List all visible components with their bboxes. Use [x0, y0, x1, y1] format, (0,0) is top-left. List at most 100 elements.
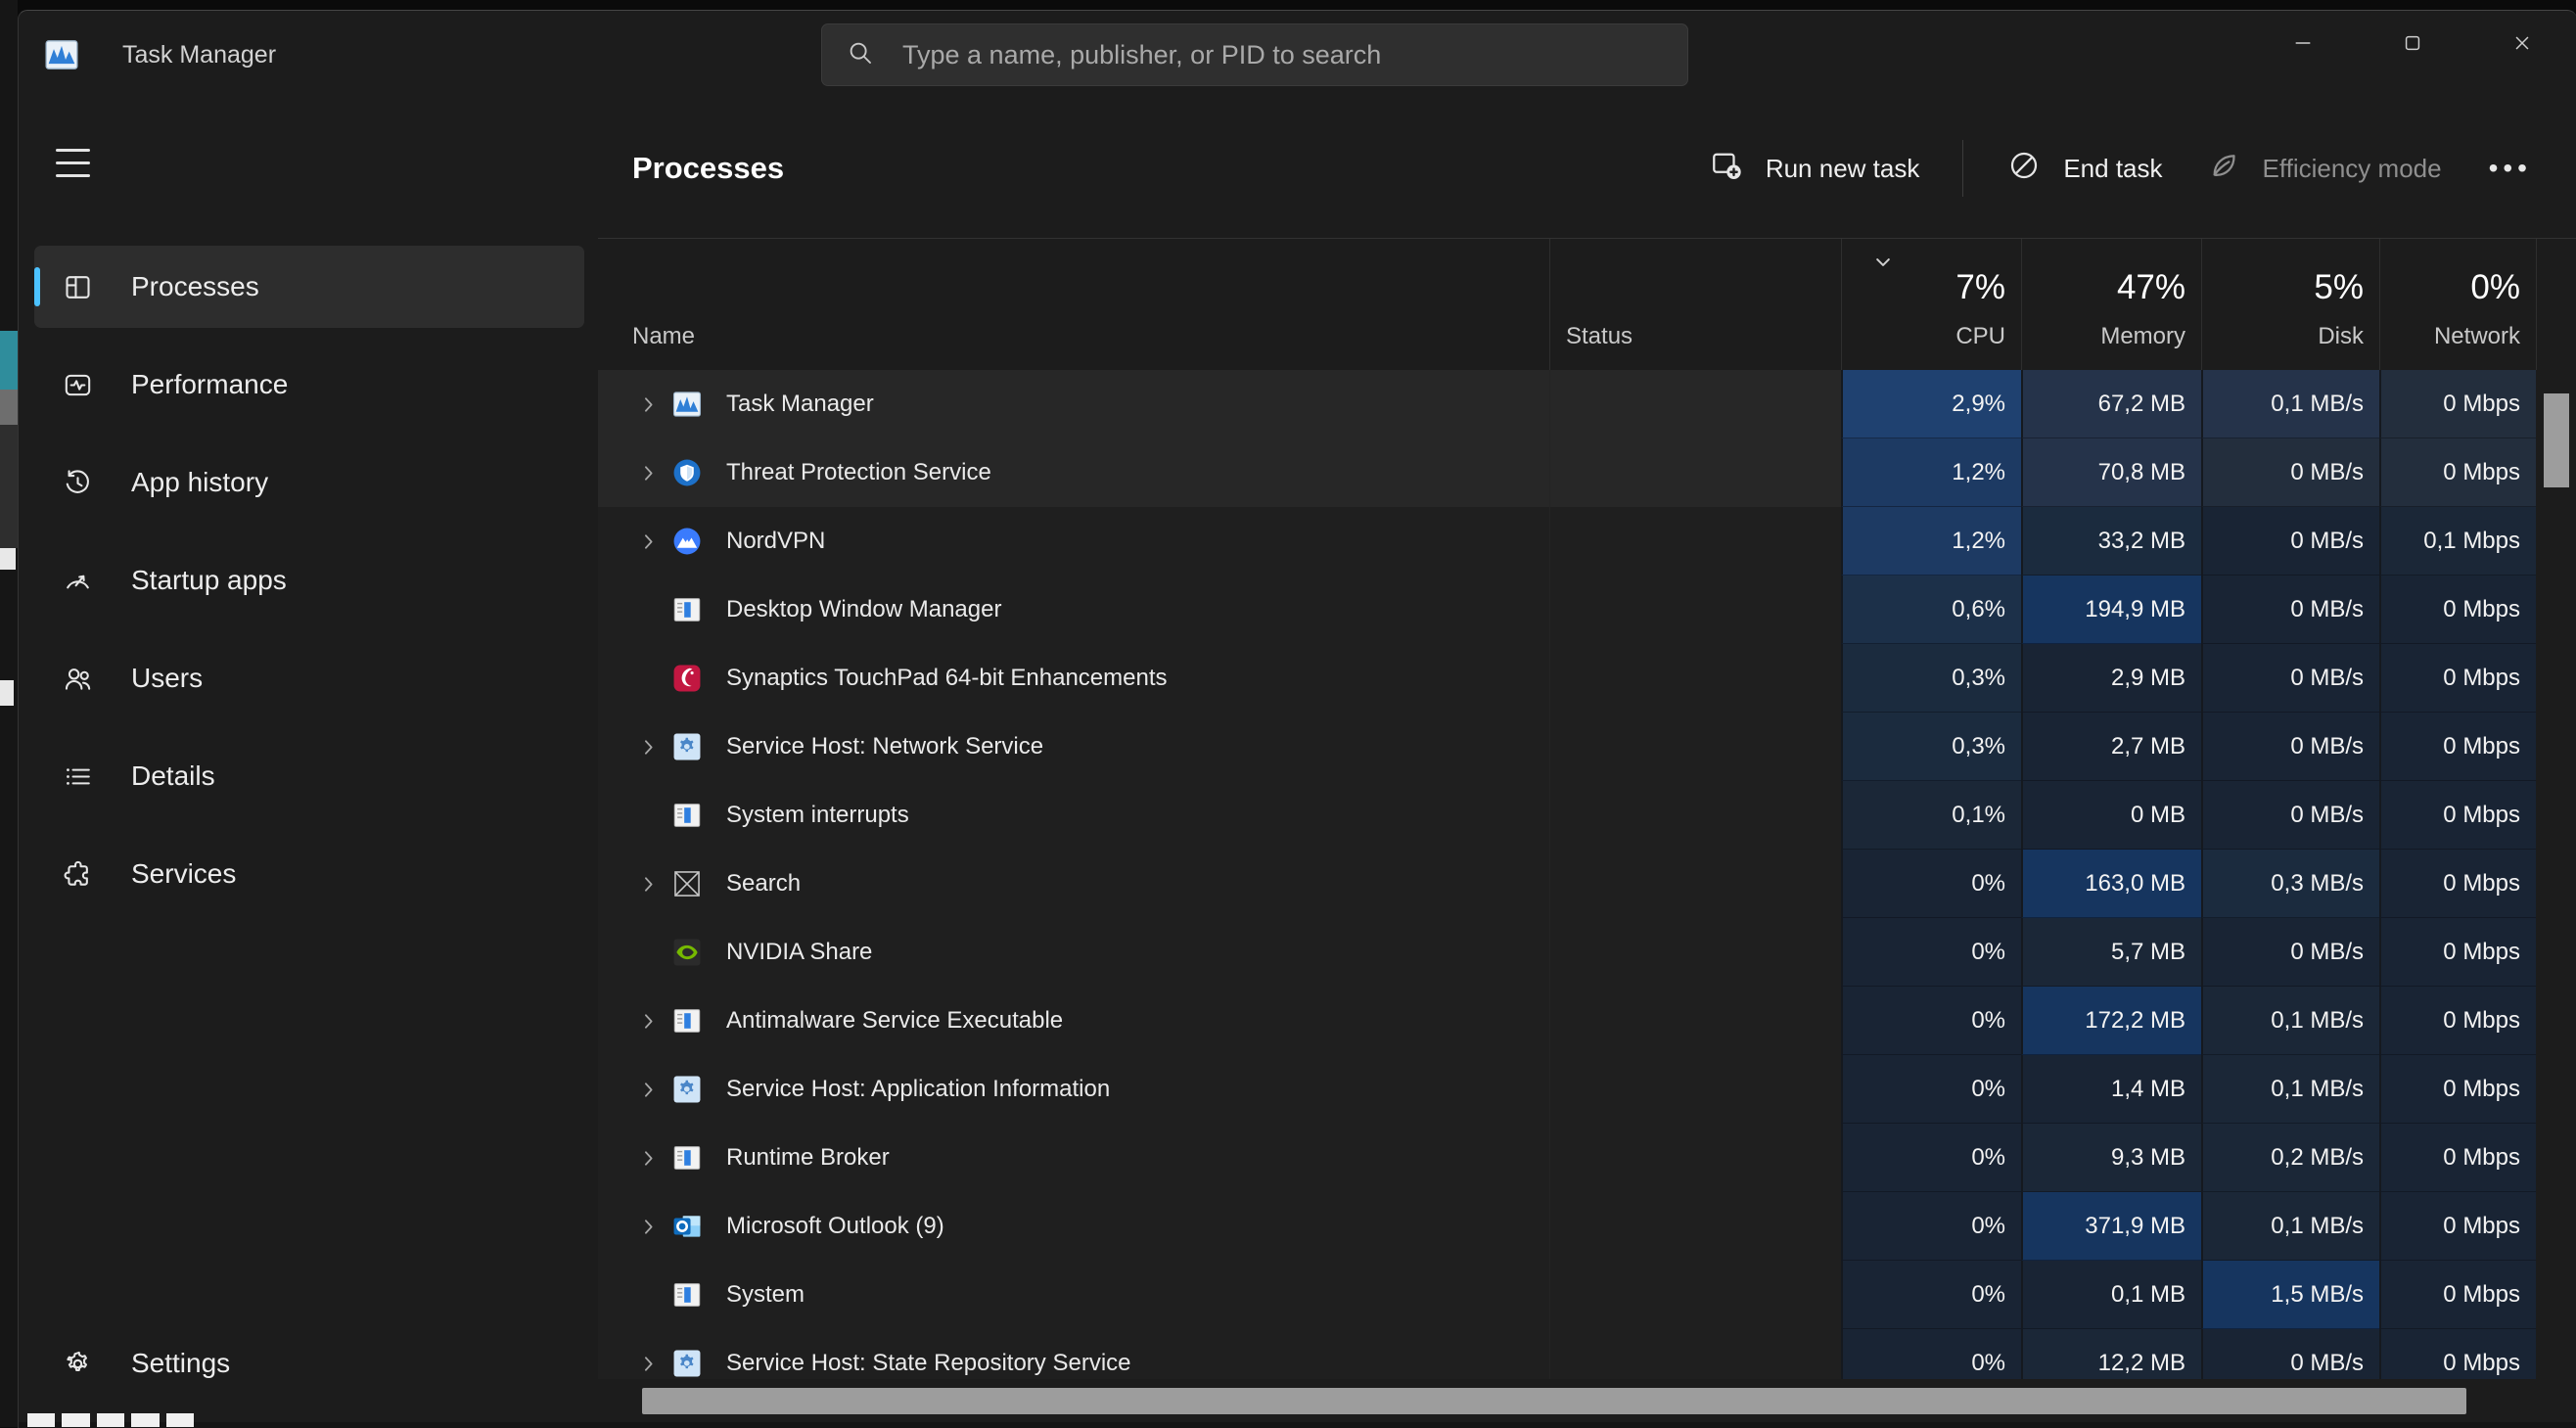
- sidebar-item-users[interactable]: Users: [34, 637, 584, 719]
- navigation-menu-button[interactable]: [56, 140, 113, 185]
- sidebar-item-settings[interactable]: Settings: [34, 1322, 584, 1405]
- process-row[interactable]: System interrupts0,1%0 MB0 MB/s0 Mbps: [598, 781, 2536, 850]
- column-header-name[interactable]: Name: [598, 239, 1549, 370]
- window-controls: [2248, 11, 2576, 75]
- process-row[interactable]: NVIDIA Share0%5,7 MB0 MB/s0 Mbps: [598, 918, 2536, 987]
- process-name: Synaptics TouchPad 64-bit Enhancements: [726, 665, 1168, 692]
- cpu-cell: 1,2%: [1841, 507, 2021, 576]
- column-header-network[interactable]: 0% Network: [2379, 239, 2536, 370]
- search-input[interactable]: [900, 39, 1664, 71]
- process-row[interactable]: Runtime Broker0%9,3 MB0,2 MB/s0 Mbps: [598, 1124, 2536, 1192]
- process-name-cell: Desktop Window Manager: [598, 576, 1549, 644]
- app-icon-task-manager: [670, 388, 704, 421]
- process-row[interactable]: Microsoft Outlook (9)0%371,9 MB0,1 MB/s0…: [598, 1192, 2536, 1261]
- sidebar-item-performance[interactable]: Performance: [34, 344, 584, 426]
- process-name: Service Host: State Repository Service: [726, 1350, 1131, 1377]
- desktop-fragment-dark: [0, 425, 18, 548]
- sidebar-item-label: Settings: [131, 1348, 230, 1379]
- network-total: 0%: [2470, 268, 2520, 307]
- app-icon-window-app: [670, 1004, 704, 1037]
- column-header-status[interactable]: Status: [1549, 239, 1841, 370]
- efficiency-mode-icon: [2206, 148, 2241, 190]
- memory-cell: 33,2 MB: [2021, 507, 2201, 576]
- column-header-memory[interactable]: 47% Memory: [2021, 239, 2201, 370]
- sort-descending-icon: [1869, 249, 1897, 276]
- close-button[interactable]: [2467, 11, 2576, 75]
- run-new-task-button[interactable]: Run new task: [1709, 148, 1920, 190]
- process-name: Task Manager: [726, 391, 874, 418]
- process-row[interactable]: Service Host: Application Information0%1…: [598, 1055, 2536, 1124]
- toolbar-divider: [1962, 140, 1963, 197]
- process-row[interactable]: Service Host: Network Service0,3%2,7 MB0…: [598, 713, 2536, 781]
- minimize-button[interactable]: [2248, 11, 2358, 75]
- process-row[interactable]: Service Host: State Repository Service0%…: [598, 1329, 2536, 1379]
- efficiency-mode-button[interactable]: Efficiency mode: [2206, 148, 2442, 190]
- process-status-cell: [1549, 1124, 1841, 1192]
- process-row[interactable]: NordVPN1,2%33,2 MB0 MB/s0,1 Mbps: [598, 507, 2536, 576]
- app-icon-search-box: [670, 867, 704, 900]
- process-row[interactable]: Antimalware Service Executable0%172,2 MB…: [598, 987, 2536, 1055]
- expand-chevron-icon[interactable]: [625, 1215, 670, 1239]
- network-cell: 0 Mbps: [2379, 850, 2536, 918]
- expand-chevron-icon[interactable]: [625, 1352, 670, 1376]
- expand-chevron-icon[interactable]: [625, 392, 670, 417]
- end-task-button[interactable]: End task: [2006, 148, 2162, 190]
- network-cell: 0 Mbps: [2379, 987, 2536, 1055]
- column-header-cpu[interactable]: 7% CPU: [1841, 239, 2021, 370]
- horizontal-scrollbar-thumb[interactable]: [642, 1388, 2466, 1414]
- search-box[interactable]: [821, 23, 1688, 86]
- expand-chevron-icon[interactable]: [625, 735, 670, 760]
- process-row[interactable]: Threat Protection Service1,2%70,8 MB0 MB…: [598, 438, 2536, 507]
- table-header: Name Status 7% CPU 47% Memory 5%: [598, 238, 2576, 370]
- process-status-cell: [1549, 370, 1841, 438]
- process-name-cell: Service Host: Application Information: [598, 1055, 1549, 1124]
- sidebar-item-services[interactable]: Services: [34, 833, 584, 915]
- app-icon-shield: [670, 456, 704, 489]
- cpu-cell: 0%: [1841, 987, 2021, 1055]
- search-icon: [846, 38, 875, 72]
- process-name: System interrupts: [726, 802, 909, 829]
- process-row[interactable]: Task Manager2,9%67,2 MB0,1 MB/s0 Mbps: [598, 370, 2536, 438]
- expand-chevron-icon[interactable]: [625, 872, 670, 897]
- expand-chevron-icon[interactable]: [625, 1146, 670, 1171]
- expand-chevron-icon[interactable]: [625, 1009, 670, 1034]
- expand-chevron-icon[interactable]: [625, 461, 670, 485]
- sidebar-item-app-history[interactable]: App history: [34, 441, 584, 524]
- vertical-scrollbar-thumb[interactable]: [2544, 393, 2569, 487]
- app-icon-window-app: [670, 1141, 704, 1175]
- process-status-cell: [1549, 576, 1841, 644]
- processes-icon: [62, 271, 94, 303]
- memory-cell: 0,1 MB: [2021, 1261, 2201, 1329]
- expand-chevron-icon[interactable]: [625, 1078, 670, 1102]
- startup-apps-icon: [62, 565, 94, 597]
- desktop-fragment: [0, 0, 18, 1427]
- sidebar-item-processes[interactable]: Processes: [34, 246, 584, 328]
- column-header-disk[interactable]: 5% Disk: [2201, 239, 2379, 370]
- desktop-fragment-text: [27, 1413, 194, 1427]
- app-icon-window-app: [670, 799, 704, 832]
- desktop-fragment-teal: [0, 331, 18, 390]
- disk-cell: 0 MB/s: [2201, 507, 2379, 576]
- process-row[interactable]: Desktop Window Manager0,6%194,9 MB0 MB/s…: [598, 576, 2536, 644]
- process-row[interactable]: Search0%163,0 MB0,3 MB/s0 Mbps: [598, 850, 2536, 918]
- maximize-button[interactable]: [2358, 11, 2467, 75]
- desktop-fragment-gray: [0, 390, 18, 425]
- sidebar-item-startup-apps[interactable]: Startup apps: [34, 539, 584, 622]
- app-history-icon: [62, 467, 94, 499]
- process-name-cell: System: [598, 1261, 1549, 1329]
- memory-cell: 5,7 MB: [2021, 918, 2201, 987]
- sidebar-item-details[interactable]: Details: [34, 735, 584, 817]
- process-row[interactable]: System0%0,1 MB1,5 MB/s0 Mbps: [598, 1261, 2536, 1329]
- main-content: Processes Run new task End task Efficien…: [598, 99, 2576, 1422]
- app-icon-window-app: [670, 1278, 704, 1312]
- cpu-cell: 0%: [1841, 1192, 2021, 1261]
- expand-chevron-icon[interactable]: [625, 530, 670, 554]
- horizontal-scrollbar[interactable]: [598, 1379, 2576, 1422]
- process-row[interactable]: Synaptics TouchPad 64-bit Enhancements0,…: [598, 644, 2536, 713]
- selected-accent-bar: [34, 267, 40, 306]
- app-icon-service-gear: [670, 1347, 704, 1379]
- disk-cell: 0 MB/s: [2201, 781, 2379, 850]
- more-options-button[interactable]: •••: [2489, 153, 2532, 184]
- process-name-cell: Service Host: State Repository Service: [598, 1329, 1549, 1379]
- process-status-cell: [1549, 1261, 1841, 1329]
